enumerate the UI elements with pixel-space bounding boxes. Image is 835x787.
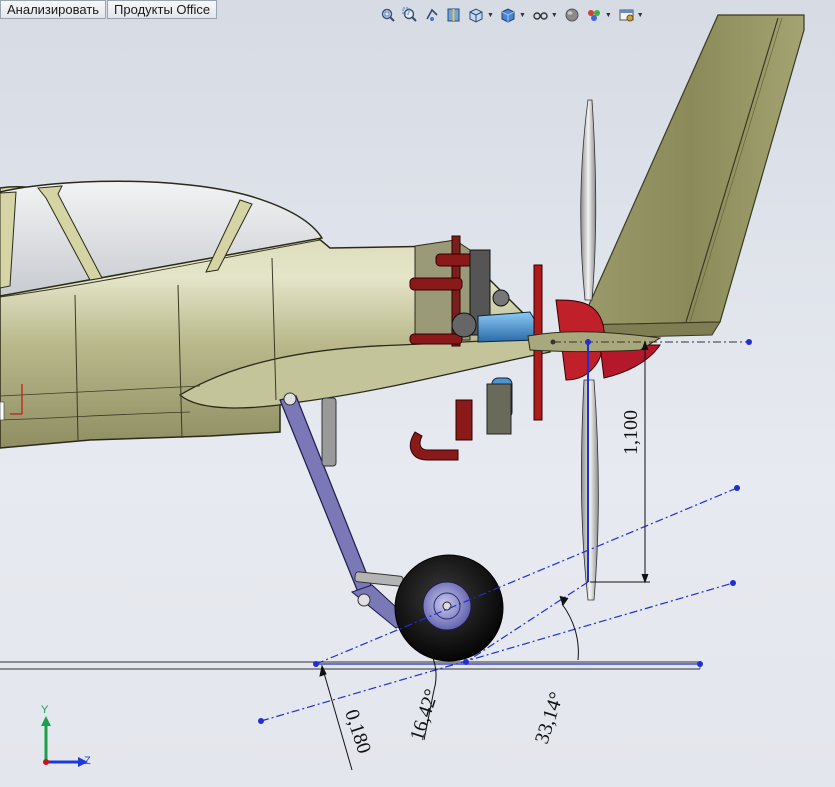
view-orientation-icon[interactable]: ▼ xyxy=(466,5,496,25)
view-settings-icon[interactable]: ▼ xyxy=(616,5,646,25)
hide-show-items-icon[interactable]: ▼ xyxy=(530,5,560,25)
triad-y-label: Y xyxy=(41,704,49,716)
solidworks-viewport[interactable]: Анализировать Продукты Office ▼ ▼ ▼ ▼ ▼ … xyxy=(0,0,835,787)
apply-scene-icon[interactable]: ▼ xyxy=(584,5,614,25)
tab-analyze[interactable]: Анализировать xyxy=(0,0,107,19)
main-landing-gear-strut[interactable] xyxy=(279,392,411,629)
command-manager-tabs: Анализировать Продукты Office xyxy=(0,0,218,19)
tab-office-products[interactable]: Продукты Office xyxy=(107,0,218,19)
zoom-to-area-icon[interactable] xyxy=(400,5,420,25)
ground-plane-line xyxy=(0,661,701,670)
dimension-text-vertical[interactable]: 1,100 xyxy=(620,410,642,455)
coordinate-triad: Y Z xyxy=(36,704,96,770)
dimension-text-angle-small[interactable]: 16,42° xyxy=(406,686,443,743)
3d-model-graphics-area[interactable]: 1,100 33,14° 16,42° 0,180 xyxy=(0,0,835,787)
zoom-to-fit-icon[interactable] xyxy=(378,5,398,25)
display-style-icon[interactable]: ▼ xyxy=(498,5,528,25)
triad-z-label: Z xyxy=(84,755,91,767)
heads-up-view-toolbar: ▼ ▼ ▼ ▼ ▼ xyxy=(378,4,646,26)
dimension-text-angle-large[interactable]: 33,14° xyxy=(531,689,568,746)
dimension-angle-large-arc[interactable] xyxy=(559,595,579,661)
vertical-tail[interactable] xyxy=(579,14,805,339)
previous-view-icon[interactable] xyxy=(422,5,442,25)
section-view-icon[interactable] xyxy=(444,5,464,25)
edit-appearance-icon[interactable] xyxy=(562,5,582,25)
